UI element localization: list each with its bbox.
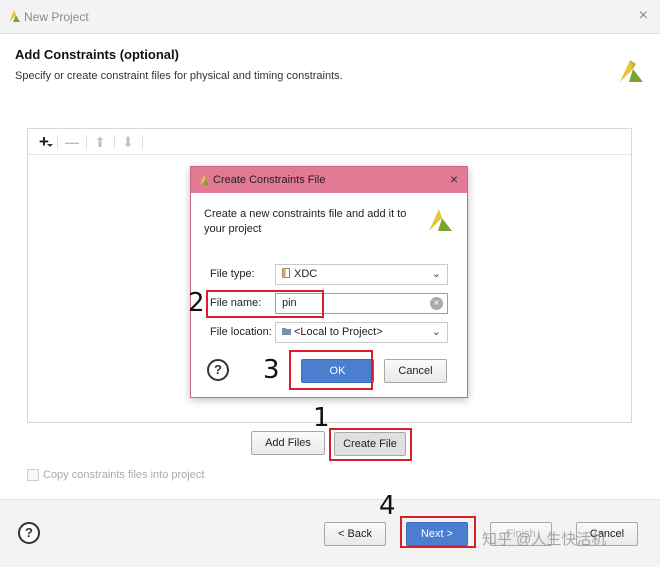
move-down-icon[interactable]: ⬇ [118,133,138,151]
dialog-help-icon[interactable]: ? [207,359,229,381]
clear-icon[interactable]: × [430,297,443,310]
page-subtitle: Specify or create constraint files for p… [15,70,343,82]
window-titlebar: New Project × [0,0,660,34]
file-type-label: File type: [210,268,255,280]
step-number-2: 2 [188,288,205,318]
page-title: Add Constraints (optional) [15,47,179,62]
copy-constraints-label: Copy constraints files into project [43,469,205,481]
page-header: Add Constraints (optional) Specify or cr… [0,34,660,96]
toolbar-divider [57,135,58,149]
dialog-titlebar: Create Constraints File × [191,167,467,193]
folder-icon [282,324,291,335]
file-name-label: File name: [210,297,262,309]
dialog-title: Create Constraints File [213,174,326,186]
watermark: 知乎 @人生快活机 [482,531,607,548]
step-number-4: 4 [379,491,396,521]
add-icon[interactable]: + [34,133,54,151]
help-icon[interactable]: ? [18,522,40,544]
chevron-down-icon: ⌄ [431,268,441,280]
remove-icon[interactable]: — [62,133,82,151]
file-name-input[interactable]: pin × [275,293,448,314]
toolbar-divider [114,135,115,149]
chevron-down-icon: ⌄ [431,326,441,338]
window-title: New Project [24,10,89,24]
window-close-icon[interactable]: × [639,7,648,25]
next-button[interactable]: Next > [406,522,468,546]
file-type-value: XDC [294,268,318,280]
vivado-logo-icon [198,174,210,189]
ok-button[interactable]: OK [301,359,374,383]
vivado-logo-icon [618,58,644,87]
xdc-file-icon [282,266,290,278]
file-location-label: File location: [210,326,272,338]
file-name-value: pin [282,297,297,309]
move-up-icon[interactable]: ⬆ [90,133,110,151]
file-list-toolbar: + — ⬆ ⬇ [28,129,631,155]
step-number-3: 3 [263,355,280,385]
file-location-select[interactable]: <Local to Project> ⌄ [275,322,448,343]
create-constraints-dialog: Create Constraints File × Create a new c… [190,166,468,398]
vivado-logo-icon [7,9,21,26]
dialog-cancel-button[interactable]: Cancel [384,359,447,383]
toolbar-divider [142,135,143,149]
step-number-1: 1 [313,403,330,433]
back-button[interactable]: < Back [324,522,386,546]
vivado-logo-icon [427,207,453,236]
file-type-select[interactable]: XDC ⌄ [275,264,448,285]
add-files-button[interactable]: Add Files [251,431,325,455]
dialog-description: Create a new constraints file and add it… [204,208,407,235]
file-location-value: <Local to Project> [294,326,383,338]
wizard-footer: ? < Back Next > Finish Cancel 知乎 @人生快活机 [0,499,660,567]
copy-constraints-checkbox[interactable] [27,469,39,481]
toolbar-divider [86,135,87,149]
dialog-close-icon[interactable]: × [450,171,458,187]
create-file-button[interactable]: Create File [334,432,406,456]
